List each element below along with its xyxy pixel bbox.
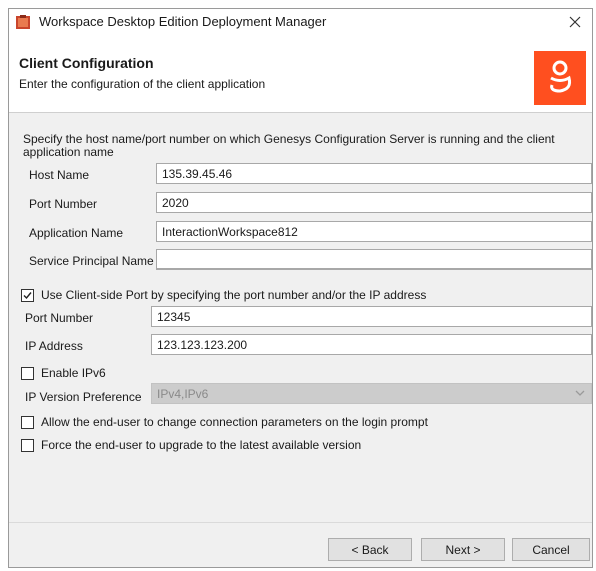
use-client-port-checkbox[interactable] <box>21 289 34 302</box>
app-icon <box>15 14 31 30</box>
use-client-port-label[interactable]: Use Client-side Port by specifying the p… <box>41 288 426 302</box>
chevron-down-icon <box>575 390 585 396</box>
footer-divider <box>9 522 592 523</box>
close-button[interactable] <box>558 9 592 35</box>
title-bar: Workspace Desktop Edition Deployment Man… <box>9 9 592 35</box>
enable-ipv6-label[interactable]: Enable IPv6 <box>41 366 106 380</box>
checkmark-icon <box>23 292 32 300</box>
page-title: Client Configuration <box>19 55 154 71</box>
close-icon <box>569 16 581 28</box>
cancel-button[interactable]: Cancel <box>512 538 590 561</box>
ip-version-preference-select: IPv4,IPv6 <box>151 383 592 404</box>
page-subtitle: Enter the configuration of the client ap… <box>19 77 266 91</box>
instructions-text: Specify the host name/port number on whi… <box>23 132 555 159</box>
service-principal-name-field[interactable] <box>156 249 592 270</box>
page-header: Client Configuration Enter the configura… <box>9 35 592 113</box>
application-name-label: Application Name <box>29 226 124 240</box>
force-upgrade-checkbox[interactable] <box>21 439 34 452</box>
port-number-label: Port Number <box>29 197 98 211</box>
allow-change-params-label[interactable]: Allow the end-user to change connection … <box>41 415 428 429</box>
application-name-field[interactable]: InteractionWorkspace812 <box>156 221 592 242</box>
port-number-field[interactable]: 2020 <box>156 192 592 213</box>
deployment-manager-window: Workspace Desktop Edition Deployment Man… <box>8 8 593 568</box>
window-title: Workspace Desktop Edition Deployment Man… <box>39 14 327 29</box>
host-name-field[interactable]: 135.39.45.46 <box>156 163 592 184</box>
client-port-number-field[interactable]: 12345 <box>151 306 592 327</box>
next-button[interactable]: Next > <box>421 538 505 561</box>
client-port-number-label: Port Number <box>25 311 94 325</box>
back-button[interactable]: < Back <box>328 538 412 561</box>
ip-address-field[interactable]: 123.123.123.200 <box>151 334 592 355</box>
host-name-label: Host Name <box>29 168 90 182</box>
ip-version-preference-value: IPv4,IPv6 <box>157 387 209 401</box>
enable-ipv6-checkbox[interactable] <box>21 367 34 380</box>
ip-address-label: IP Address <box>25 339 83 353</box>
force-upgrade-label[interactable]: Force the end-user to upgrade to the lat… <box>41 438 361 452</box>
genesys-logo-icon <box>534 51 586 105</box>
allow-change-params-checkbox[interactable] <box>21 416 34 429</box>
ip-version-preference-label: IP Version Preference <box>25 390 142 404</box>
service-principal-name-label: Service Principal Name <box>29 254 154 268</box>
